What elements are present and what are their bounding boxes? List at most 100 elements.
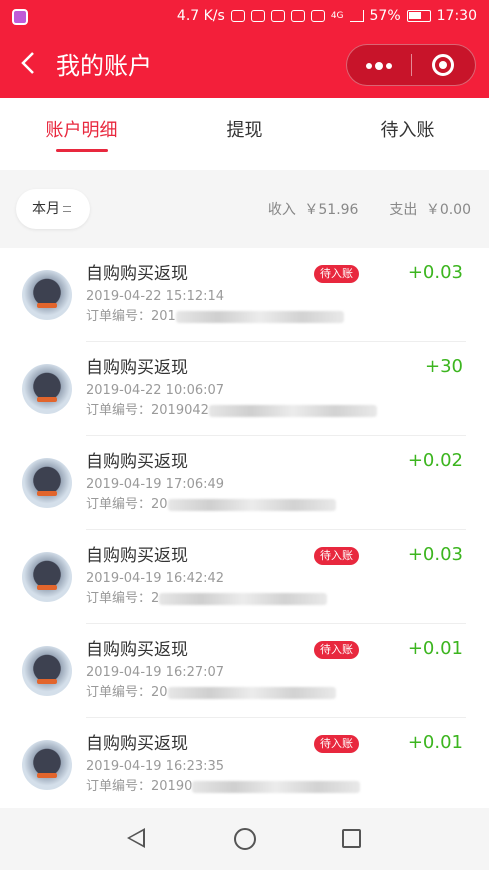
transaction-row[interactable]: 自购购买返现 待入账 +0.03 2019-04-22 15:12:14 订单编… [0,248,489,342]
order-number: 订单编号：2 [86,590,328,608]
redacted-order-number [167,686,336,699]
battery-icon [406,10,431,22]
order-label: 订单编号： [86,403,152,418]
hd-icon [290,10,305,22]
top-bar: 4.7 K/s 4G 57% 17:30 我的账户 [0,0,489,98]
redacted-order-number [175,310,344,323]
status-bar: 4.7 K/s 4G 57% 17:30 [0,0,489,34]
avatar [22,552,72,602]
transaction-row[interactable]: 自购购买返现 待入账 +0.01 2019-04-19 16:23:35 订单编… [0,718,489,808]
order-prefix: 20190 [151,779,193,794]
order-number: 订单编号：2019042 [86,402,377,420]
page-title: 我的账户 [56,52,152,80]
transaction-amount: +0.03 [407,262,463,283]
avatar [22,740,72,790]
nav-recent-icon[interactable] [342,829,361,848]
order-prefix: 20 [151,497,168,512]
transaction-list: 自购购买返现 待入账 +0.03 2019-04-22 15:12:14 订单编… [0,248,489,808]
transaction-amount: +0.01 [407,732,463,753]
transaction-amount: +0.02 [407,450,463,471]
pending-badge: 待入账 [314,547,359,565]
expense-label: 支出 [389,202,418,218]
avatar [22,364,72,414]
clock: 17:30 [436,8,477,24]
order-number: 订单编号：201 [86,308,344,326]
pending-badge: 待入账 [314,265,359,283]
income-label: 收入 [267,202,296,218]
transaction-amount: +0.01 [407,638,463,659]
transaction-time: 2019-04-19 17:06:49 [86,477,225,492]
transaction-amount: +30 [425,356,463,377]
close-mini-program-button[interactable] [412,54,476,76]
tab-withdraw[interactable]: 提现 [163,98,326,170]
system-navigation-bar [0,808,489,870]
order-number: 订单编号：20 [86,496,336,514]
redacted-order-number [208,404,377,417]
dropdown-icon [63,206,71,212]
order-label: 订单编号： [86,685,152,700]
tab-pending[interactable]: 待入账 [326,98,489,170]
order-label: 订单编号： [86,779,152,794]
status-indicators: 4.7 K/s 4G 57% 17:30 [177,8,477,24]
expense-value: ￥0.00 [425,202,471,218]
transaction-time: 2019-04-19 16:42:42 [86,571,225,586]
transaction-time: 2019-04-19 16:23:35 [86,759,225,774]
nav-home-icon[interactable] [234,828,256,850]
navigation-bar: 我的账户 [0,38,489,94]
transaction-row[interactable]: 自购购买返现 待入账 +0.03 2019-04-19 16:42:42 订单编… [0,530,489,624]
transaction-row[interactable]: 自购购买返现 +0.02 2019-04-19 17:06:49 订单编号：20 [0,436,489,530]
back-button[interactable] [18,48,42,86]
month-selector[interactable]: 本月 [16,189,90,229]
transaction-time: 2019-04-22 10:06:07 [86,383,225,398]
transaction-title: 自购购买返现 [86,358,188,378]
month-label: 本月 [32,201,60,217]
transaction-row[interactable]: 自购购买返现 +30 2019-04-22 10:06:07 订单编号：2019… [0,342,489,436]
transaction-title: 自购购买返现 [86,546,188,566]
network-type: 4G [330,11,344,21]
summary: 收入 ￥51.96 支出 ￥0.00 [264,199,471,219]
avatar [22,270,72,320]
eye-icon [310,10,325,22]
transaction-time: 2019-04-22 15:12:14 [86,289,225,304]
network-speed: 4.7 K/s [176,8,225,24]
transaction-amount: +0.03 [407,544,463,565]
order-label: 订单编号： [86,497,152,512]
order-label: 订单编号： [86,309,152,324]
transaction-title: 自购购买返现 [86,734,188,754]
more-button[interactable] [347,44,411,86]
transaction-title: 自购购买返现 [86,264,188,284]
target-close-icon [432,54,455,76]
mini-program-capsule [346,44,476,86]
tab-account-details[interactable]: 账户明细 [0,98,163,170]
transaction-title: 自购购买返现 [86,640,188,660]
filter-row: 本月 收入 ￥51.96 支出 ￥0.00 [0,185,489,233]
tab-bar: 账户明细 提现 待入账 [0,98,489,170]
transaction-time: 2019-04-19 16:27:07 [86,665,225,680]
order-prefix: 2 [151,591,160,606]
chevron-left-icon [21,52,34,74]
order-prefix: 20 [151,685,168,700]
pending-badge: 待入账 [314,641,359,659]
redacted-order-number [167,498,336,511]
alarm-icon [270,10,285,22]
battery-percent: 57% [369,8,401,24]
transaction-row[interactable]: 自购购买返现 待入账 +0.01 2019-04-19 16:27:07 订单编… [0,624,489,718]
transaction-title: 自购购买返现 [86,452,188,472]
order-prefix: 2019042 [151,403,209,418]
redacted-order-number [192,780,361,793]
order-prefix: 201 [151,309,176,324]
redacted-order-number [159,592,328,605]
headset-icon [230,10,245,22]
avatar [22,646,72,696]
income-value: ￥51.96 [304,202,359,218]
nav-back-icon[interactable] [127,828,145,848]
order-number: 订单编号：20 [86,684,336,702]
app-notification-icon [12,9,28,25]
vibrate-icon [250,10,265,22]
more-dots-icon [365,62,392,70]
signal-icon [349,10,364,22]
order-label: 订单编号： [86,591,152,606]
pending-badge: 待入账 [314,735,359,753]
order-number: 订单编号：20190 [86,778,361,796]
avatar [22,458,72,508]
